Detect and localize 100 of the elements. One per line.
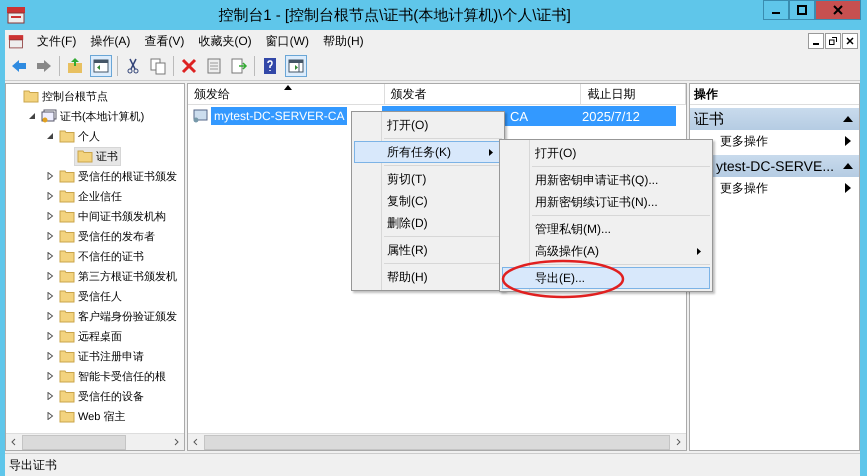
copy-icon[interactable] xyxy=(148,56,168,76)
table-cell: CA xyxy=(510,108,528,124)
folder-up-icon[interactable] xyxy=(65,56,85,76)
menu-item[interactable]: 导出(E)... xyxy=(502,267,710,289)
folder-icon xyxy=(59,249,75,263)
minimize-button[interactable] xyxy=(763,0,789,20)
menu-item[interactable]: 帮助(H) xyxy=(316,32,371,50)
scroll-right-icon[interactable] xyxy=(172,438,180,446)
tree-item[interactable]: 不信任的证书 xyxy=(56,246,147,266)
close-icon xyxy=(833,5,843,15)
tree-item[interactable]: 智能卡受信任的根 xyxy=(56,366,169,386)
folder-icon xyxy=(59,189,75,203)
tree-item[interactable]: 受信任的设备 xyxy=(56,386,147,406)
collapsed-arrow-icon[interactable] xyxy=(46,212,54,220)
certificate-icon xyxy=(41,109,57,123)
menu-item[interactable]: 所有任务(K) xyxy=(354,141,502,163)
menu-item[interactable]: 高级操作(A) xyxy=(502,240,710,262)
tree-item[interactable]: 第三方根证书颁发机 xyxy=(56,266,180,286)
folder-icon xyxy=(59,169,75,183)
tree-item[interactable]: 受信任的发布者 xyxy=(56,226,158,246)
tree-item[interactable]: 证书(本地计算机) xyxy=(38,106,148,126)
scroll-right-icon[interactable] xyxy=(674,438,682,446)
collapsed-arrow-icon[interactable] xyxy=(46,332,54,340)
tree-item[interactable]: 远程桌面 xyxy=(56,326,125,346)
folder-icon xyxy=(59,389,75,403)
collapsed-arrow-icon[interactable] xyxy=(46,272,54,280)
minimize-icon xyxy=(772,12,780,14)
scroll-left-icon[interactable] xyxy=(192,438,200,446)
folder-icon xyxy=(59,329,75,343)
tree-item[interactable]: 个人 xyxy=(56,126,103,146)
app-icon xyxy=(6,6,26,24)
tree-item[interactable]: Web 宿主 xyxy=(56,406,128,426)
folder-icon xyxy=(59,229,75,243)
column-header[interactable]: 颁发给 xyxy=(188,84,385,104)
minimize-button[interactable] xyxy=(808,33,824,49)
tree-item[interactable]: 证书注册申请 xyxy=(56,346,147,366)
submenu-arrow-icon xyxy=(845,183,851,193)
menu-item[interactable]: 属性(R) xyxy=(354,239,502,261)
horizontal-scrollbar[interactable] xyxy=(6,433,184,450)
folder-icon xyxy=(59,409,75,423)
section-header[interactable]: 证书 xyxy=(690,108,859,130)
horizontal-scrollbar[interactable] xyxy=(188,433,686,450)
collapsed-arrow-icon[interactable] xyxy=(46,172,54,180)
menu-item[interactable]: 收藏夹(O) xyxy=(191,32,259,50)
action-pane-icon[interactable] xyxy=(285,55,307,77)
collapsed-arrow-icon[interactable] xyxy=(46,252,54,260)
pane-toggle-icon[interactable] xyxy=(90,55,112,77)
folder-icon xyxy=(59,349,75,363)
delete-icon[interactable] xyxy=(179,56,199,76)
menu-item[interactable]: 管理私钥(M)... xyxy=(502,218,710,240)
collapse-arrow-icon xyxy=(843,163,853,169)
table-cell: mytest-DC-SERVER-CA xyxy=(211,107,348,125)
collapsed-arrow-icon[interactable] xyxy=(46,292,54,300)
menu-item[interactable]: 帮助(H) xyxy=(354,266,502,288)
collapsed-arrow-icon[interactable] xyxy=(46,412,54,420)
export-list-icon[interactable] xyxy=(229,56,249,76)
restore-icon xyxy=(829,37,837,45)
minimize-icon xyxy=(813,42,819,44)
tree-item[interactable]: 受信任人 xyxy=(56,286,125,306)
folder-icon xyxy=(23,89,39,103)
expanded-arrow-icon[interactable] xyxy=(46,132,54,140)
menu-item[interactable]: 操作(A) xyxy=(83,32,138,50)
folder-icon xyxy=(59,369,75,383)
collapsed-arrow-icon[interactable] xyxy=(46,372,54,380)
collapsed-arrow-icon[interactable] xyxy=(46,392,54,400)
column-header[interactable]: 颁发者 xyxy=(384,84,582,104)
tree-item[interactable]: 客户端身份验证颁发 xyxy=(56,306,180,326)
column-header[interactable]: 截止日期 xyxy=(581,84,686,104)
folder-icon xyxy=(59,209,75,223)
folder-icon xyxy=(59,129,75,143)
expanded-arrow-icon[interactable] xyxy=(28,112,36,120)
folder-icon xyxy=(59,269,75,283)
close-icon xyxy=(846,37,854,45)
menu-item[interactable]: 文件(F) xyxy=(30,32,84,50)
certificate-icon xyxy=(192,109,208,123)
maximize-button[interactable] xyxy=(789,0,815,20)
collapsed-arrow-icon[interactable] xyxy=(46,312,54,320)
status-text: 导出证书 xyxy=(9,456,57,474)
tree-item[interactable]: 证书 xyxy=(74,146,121,166)
collapsed-arrow-icon[interactable] xyxy=(46,352,54,360)
submenu-arrow-icon xyxy=(697,248,701,254)
tree-item[interactable]: 控制台根节点 xyxy=(20,86,111,106)
tree-item[interactable]: 受信任的根证书颁发 xyxy=(56,166,180,186)
menu-item[interactable]: 删除(D) xyxy=(354,212,502,234)
menu-item[interactable]: 查看(V) xyxy=(137,32,192,50)
maximize-icon xyxy=(797,5,807,15)
menu-item[interactable]: 复制(C) xyxy=(354,190,502,212)
folder-icon xyxy=(59,309,75,323)
close-button[interactable] xyxy=(842,33,858,49)
tree-item[interactable]: 中间证书颁发机构 xyxy=(56,206,169,226)
pane-header: 操作 xyxy=(690,84,859,105)
scroll-left-icon[interactable] xyxy=(10,438,18,446)
collapsed-arrow-icon[interactable] xyxy=(46,192,54,200)
collapse-arrow-icon xyxy=(843,116,853,122)
collapsed-arrow-icon[interactable] xyxy=(46,232,54,240)
restore-button[interactable] xyxy=(825,33,841,49)
menu-item[interactable]: 剪切(T) xyxy=(354,168,502,190)
menu-item[interactable]: 打开(O) xyxy=(354,114,502,136)
tree-item[interactable]: 企业信任 xyxy=(56,186,125,206)
menu-item[interactable]: 窗口(W) xyxy=(258,32,316,50)
